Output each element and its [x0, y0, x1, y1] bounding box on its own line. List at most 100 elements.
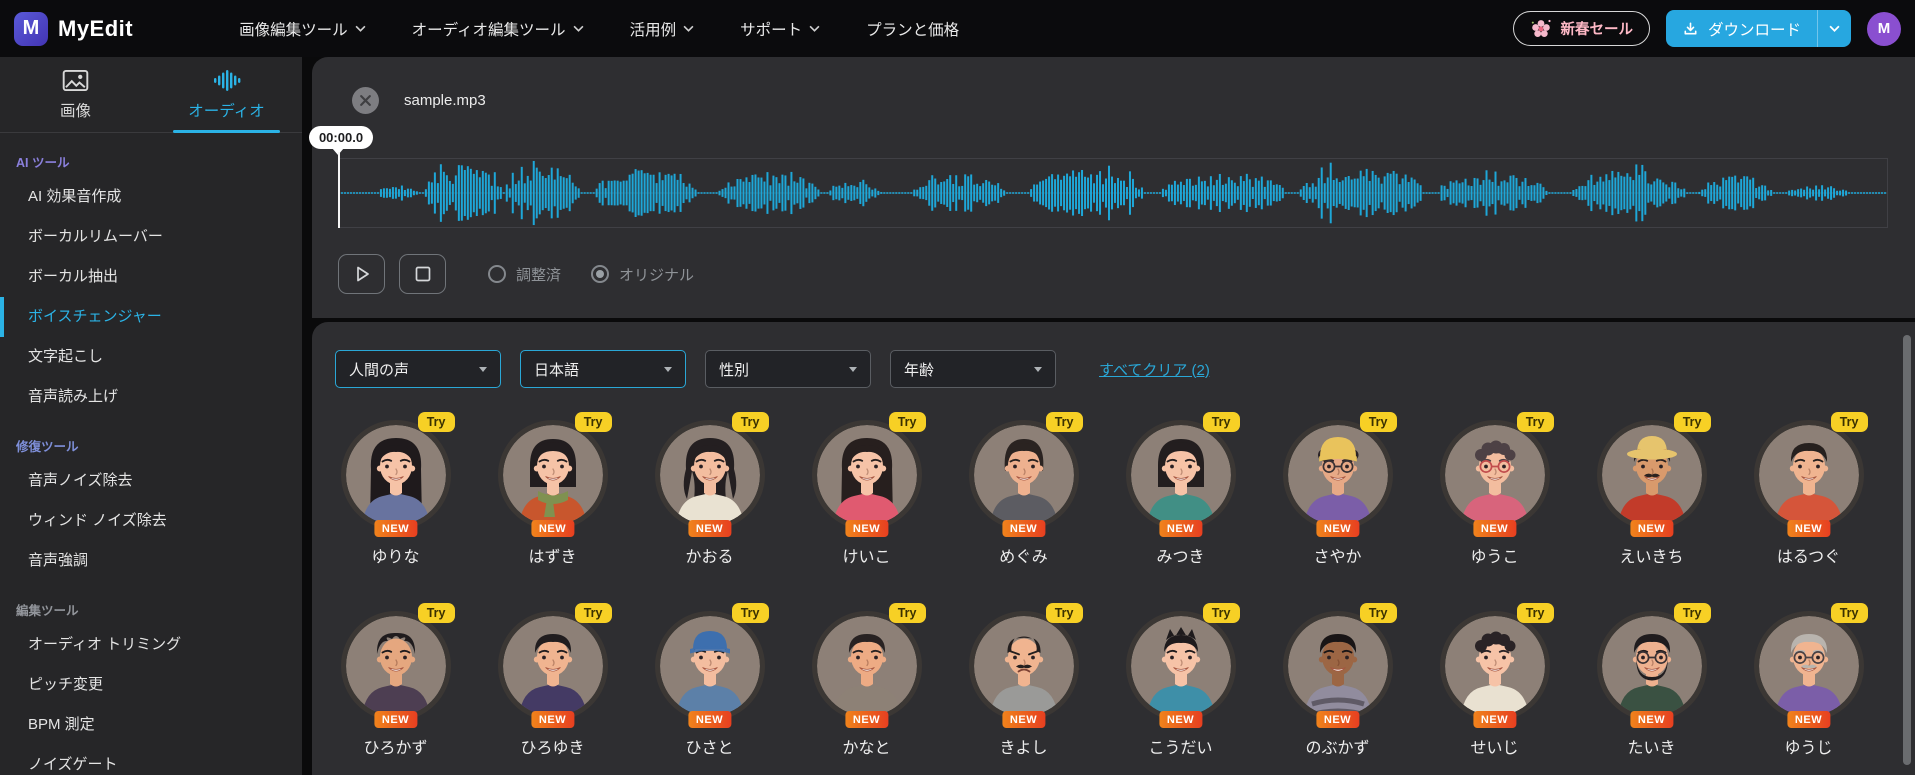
- play-button[interactable]: [338, 254, 385, 294]
- voice-card[interactable]: Try NEW ひさと: [631, 603, 788, 758]
- try-button[interactable]: Try: [1359, 603, 1397, 623]
- try-button[interactable]: Try: [574, 412, 612, 432]
- close-file-button[interactable]: [352, 87, 379, 114]
- sidebar-item[interactable]: 音声ノイズ除去: [0, 461, 302, 501]
- voice-avatar[interactable]: Try NEW: [1125, 412, 1240, 537]
- try-button[interactable]: Try: [1045, 603, 1083, 623]
- voice-avatar[interactable]: Try NEW: [968, 412, 1083, 537]
- filter-dropdown[interactable]: 年齢: [890, 350, 1056, 388]
- sidebar-item[interactable]: 音声読み上げ: [0, 377, 302, 417]
- menu-item[interactable]: サポート: [740, 18, 820, 40]
- voice-avatar[interactable]: Try NEW: [1439, 603, 1554, 728]
- voice-avatar[interactable]: Try NEW: [340, 603, 455, 728]
- brand-logo[interactable]: M MyEdit: [14, 11, 133, 46]
- sidebar-item[interactable]: 音声強調: [0, 541, 302, 581]
- menu-item[interactable]: 活用例: [630, 18, 695, 40]
- voice-avatar[interactable]: Try NEW: [1753, 412, 1868, 537]
- sidebar-item[interactable]: ウィンド ノイズ除去: [0, 501, 302, 541]
- radio-option[interactable]: オリジナル: [591, 264, 694, 285]
- sidebar-item-active[interactable]: ボイスチェンジャー: [0, 297, 302, 337]
- clear-all-filters-link[interactable]: すべてクリア (2): [1099, 359, 1210, 380]
- sidebar-item[interactable]: 文字起こし: [0, 337, 302, 377]
- filter-dropdown[interactable]: 人間の声: [335, 350, 501, 388]
- user-avatar[interactable]: M: [1867, 11, 1901, 46]
- menu-item[interactable]: 画像編集ツール: [239, 18, 366, 40]
- tab-audio[interactable]: オーディオ: [151, 57, 302, 133]
- sidebar-item[interactable]: AI 効果音作成: [0, 177, 302, 217]
- tab-image[interactable]: 画像: [0, 57, 151, 132]
- filter-dropdown[interactable]: 日本語: [520, 350, 686, 388]
- voice-avatar[interactable]: Try NEW: [1439, 412, 1554, 537]
- sidebar-item[interactable]: ノイズゲート: [0, 745, 302, 775]
- try-button[interactable]: Try: [1045, 412, 1083, 432]
- try-button[interactable]: Try: [417, 603, 455, 623]
- voice-card[interactable]: Try NEW けいこ: [788, 412, 945, 567]
- try-button[interactable]: Try: [1673, 603, 1711, 623]
- voice-card[interactable]: Try NEW はるつぐ: [1730, 412, 1887, 567]
- download-button[interactable]: ダウンロード: [1666, 10, 1817, 47]
- voice-avatar[interactable]: Try NEW: [1282, 603, 1397, 728]
- voice-card[interactable]: Try NEW せいじ: [1416, 603, 1573, 758]
- voice-card[interactable]: Try NEW ゆりな: [317, 412, 474, 567]
- try-button[interactable]: Try: [417, 412, 455, 432]
- try-button[interactable]: Try: [1202, 412, 1240, 432]
- playhead[interactable]: [338, 152, 340, 228]
- stop-button[interactable]: [399, 254, 446, 294]
- voice-avatar[interactable]: Try NEW: [654, 412, 769, 537]
- new-year-sale-button[interactable]: 新春セール: [1513, 11, 1650, 46]
- voice-avatar[interactable]: Try NEW: [1596, 603, 1711, 728]
- voice-card[interactable]: Try NEW みつき: [1102, 412, 1259, 567]
- voice-card[interactable]: Try NEW ゆうじ: [1730, 603, 1887, 758]
- chevron-down-icon: [664, 366, 672, 372]
- voice-card[interactable]: Try NEW めぐみ: [945, 412, 1102, 567]
- voice-avatar[interactable]: Try NEW: [1596, 412, 1711, 537]
- download-dropdown-button[interactable]: [1817, 10, 1851, 47]
- try-button[interactable]: Try: [1516, 603, 1554, 623]
- try-button[interactable]: Try: [731, 603, 769, 623]
- try-button[interactable]: Try: [1516, 412, 1554, 432]
- voice-card[interactable]: Try NEW ひろかず: [317, 603, 474, 758]
- try-button[interactable]: Try: [731, 412, 769, 432]
- menu-item[interactable]: プランと価格: [866, 18, 959, 40]
- sidebar-item[interactable]: ボーカル抽出: [0, 257, 302, 297]
- voice-card[interactable]: Try NEW たいき: [1573, 603, 1730, 758]
- voice-avatar[interactable]: Try NEW: [497, 412, 612, 537]
- voice-avatar[interactable]: Try NEW: [811, 412, 926, 537]
- voice-card[interactable]: Try NEW ひろゆき: [474, 603, 631, 758]
- voice-avatar[interactable]: Try NEW: [1753, 603, 1868, 728]
- voice-card[interactable]: Try NEW のぶかず: [1259, 603, 1416, 758]
- filter-dropdown[interactable]: 性別: [705, 350, 871, 388]
- try-button[interactable]: Try: [888, 603, 926, 623]
- voice-avatar[interactable]: Try NEW: [811, 603, 926, 728]
- sidebar-item[interactable]: ピッチ変更: [0, 665, 302, 705]
- voice-avatar[interactable]: Try NEW: [1125, 603, 1240, 728]
- voice-card[interactable]: Try NEW さやか: [1259, 412, 1416, 567]
- voice-avatar[interactable]: Try NEW: [654, 603, 769, 728]
- waveform[interactable]: [338, 158, 1888, 228]
- menu-item[interactable]: オーディオ編集ツール: [412, 18, 584, 40]
- voice-avatar[interactable]: Try NEW: [497, 603, 612, 728]
- new-badge: NEW: [373, 711, 418, 728]
- voice-avatar[interactable]: Try NEW: [340, 412, 455, 537]
- try-button[interactable]: Try: [1830, 603, 1868, 623]
- vertical-scrollbar-thumb[interactable]: [1903, 335, 1911, 765]
- voice-card[interactable]: Try NEW はずき: [474, 412, 631, 567]
- voice-avatar[interactable]: Try NEW: [1282, 412, 1397, 537]
- sidebar-item[interactable]: オーディオ トリミング: [0, 625, 302, 665]
- sidebar-item[interactable]: BPM 測定: [0, 705, 302, 745]
- try-button[interactable]: Try: [1830, 412, 1868, 432]
- voice-avatar[interactable]: Try NEW: [968, 603, 1083, 728]
- try-button[interactable]: Try: [888, 412, 926, 432]
- voice-card[interactable]: Try NEW えいきち: [1573, 412, 1730, 567]
- try-button[interactable]: Try: [1673, 412, 1711, 432]
- voice-card[interactable]: Try NEW かなと: [788, 603, 945, 758]
- sidebar-item[interactable]: ボーカルリムーバー: [0, 217, 302, 257]
- radio-option[interactable]: 調整済: [488, 264, 561, 285]
- voice-card[interactable]: Try NEW こうだい: [1102, 603, 1259, 758]
- try-button[interactable]: Try: [1202, 603, 1240, 623]
- try-button[interactable]: Try: [1359, 412, 1397, 432]
- try-button[interactable]: Try: [574, 603, 612, 623]
- voice-card[interactable]: Try NEW かおる: [631, 412, 788, 567]
- voice-card[interactable]: Try NEW きよし: [945, 603, 1102, 758]
- voice-card[interactable]: Try NEW ゆうこ: [1416, 412, 1573, 567]
